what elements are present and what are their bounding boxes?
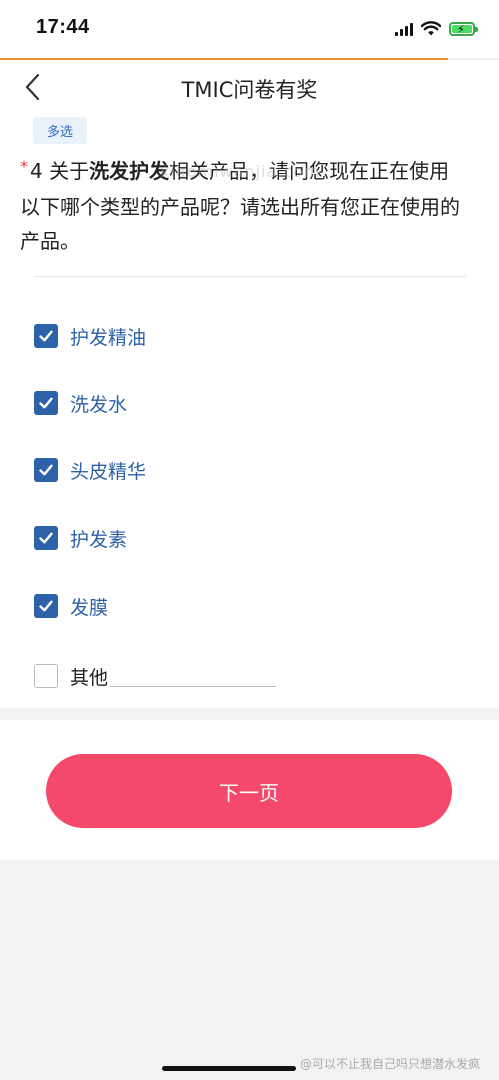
button-area: 下一页 <box>0 720 499 860</box>
option-label: 护发精油 <box>70 326 147 349</box>
question-number: 4 <box>30 159 43 183</box>
checkmark-icon <box>39 464 53 476</box>
checkmark-icon <box>39 330 53 342</box>
checkbox-checked[interactable] <box>34 324 58 348</box>
question-text: * 4 关于洗发护发相关产品，请问您现在正在使用以下哪个类型的产品呢？请选出所有您… <box>20 154 460 258</box>
option-label: 洗发水 <box>70 393 128 416</box>
question-keyword: 洗发护发 <box>89 159 170 183</box>
cellular-signal-icon <box>395 22 413 36</box>
option-scalp-essence[interactable]: 头皮精华 <box>34 450 146 490</box>
question-card: 多选 * 4 关于洗发护发相关产品，请问您现在正在使用以下哪个类型的产品呢？请选出… <box>0 116 499 708</box>
checkbox-checked[interactable] <box>34 526 58 550</box>
checkmark-icon <box>39 600 53 612</box>
option-shampoo[interactable]: 洗发水 <box>34 383 127 423</box>
checkbox-checked[interactable] <box>34 458 58 482</box>
status-bar: 17:44 ⚡ <box>0 0 499 58</box>
option-hair-mask[interactable]: 发膜 <box>34 586 108 626</box>
section-gap <box>0 708 499 720</box>
next-page-button[interactable]: 下一页 <box>46 754 452 828</box>
multi-select-tag: 多选 <box>33 117 88 144</box>
option-label: 护发素 <box>70 528 128 551</box>
option-other[interactable]: 其他 <box>34 656 277 696</box>
footer-watermark: @可以不止我自己吗只想潜水发疯 <box>300 1057 481 1071</box>
checkbox-checked[interactable] <box>34 594 58 618</box>
option-hair-oil[interactable]: 护发精油 <box>34 316 146 356</box>
checkbox-unchecked[interactable] <box>34 664 58 688</box>
home-indicator <box>162 1066 296 1071</box>
page-title: TMIC问卷有奖 <box>181 78 318 102</box>
option-label: 头皮精华 <box>70 460 147 483</box>
required-mark: * <box>20 157 28 176</box>
wifi-icon <box>421 21 441 36</box>
checkbox-checked[interactable] <box>34 391 58 415</box>
option-label: 发膜 <box>70 596 109 619</box>
checkmark-icon <box>39 397 53 409</box>
divider <box>34 276 466 277</box>
nav-header: TMIC问卷有奖 <box>0 60 499 116</box>
checkmark-icon <box>39 532 53 544</box>
app-root: 17:44 ⚡ TMIC问卷有奖 多选 * 4 关于洗发护发相关产品，请问您现在… <box>0 0 499 1080</box>
status-icons: ⚡ <box>395 20 478 38</box>
battery-charging-icon: ⚡ <box>449 22 478 36</box>
option-conditioner[interactable]: 护发素 <box>34 518 127 558</box>
option-label: 其他 <box>70 666 109 689</box>
other-text-input[interactable] <box>110 685 277 687</box>
status-time: 17:44 <box>36 16 90 38</box>
question-text-before: 关于 <box>42 159 90 183</box>
